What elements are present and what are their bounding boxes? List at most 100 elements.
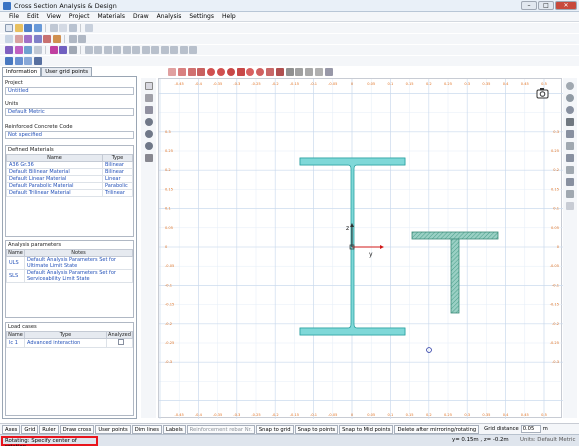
delete-after-mirroring-toggle[interactable]: Delete after mirroring/rotating — [394, 424, 480, 434]
table-row[interactable]: Default Trilinear Material Trilinear — [6, 189, 133, 197]
order-icon[interactable] — [179, 46, 188, 54]
dim-lines-toggle[interactable]: Dim lines — [131, 424, 162, 434]
mirror-icon[interactable] — [5, 46, 13, 54]
save-icon[interactable] — [24, 24, 32, 32]
tendon-icon[interactable] — [265, 68, 274, 76]
arc-icon[interactable] — [226, 68, 235, 76]
table-row[interactable]: A36 Gr.36 Bilinear — [6, 161, 133, 169]
camera-icon[interactable] — [536, 88, 549, 99]
draw-cross-toggle[interactable]: Draw cross — [59, 424, 95, 434]
cut-icon[interactable] — [49, 24, 58, 32]
view-front-icon[interactable] — [566, 82, 574, 90]
ruler-icon[interactable] — [295, 68, 304, 76]
t-section[interactable] — [411, 231, 499, 314]
zoom-extents-icon[interactable] — [324, 68, 333, 76]
user-points-toggle[interactable]: User points — [95, 424, 131, 434]
polyline-icon[interactable] — [24, 35, 32, 43]
measure-icon[interactable] — [68, 35, 77, 43]
select-icon[interactable] — [144, 82, 153, 90]
rebar-icon[interactable] — [246, 68, 255, 76]
results-icon[interactable] — [14, 57, 23, 65]
warning-icon[interactable] — [566, 118, 574, 126]
lc-col-analyzed[interactable]: Analyzed — [106, 331, 133, 339]
save-as-icon[interactable] — [33, 24, 42, 32]
align-top-icon[interactable] — [113, 46, 121, 54]
reinforcement-rebar-toggle[interactable]: Reinforcement rebar Nr. — [186, 424, 255, 434]
lock-icon[interactable] — [189, 46, 197, 54]
circle-ring-icon[interactable] — [216, 68, 225, 76]
rebar-line-icon[interactable] — [256, 68, 265, 76]
drawing-canvas[interactable]: -0.45 -0.45 -0.4 -0.4 -0.35 -0.35 -0.3 -0.3 -0.2… — [158, 78, 563, 419]
circle-icon[interactable] — [207, 68, 216, 76]
align-right-icon[interactable] — [103, 46, 112, 54]
pan-icon[interactable] — [314, 68, 323, 76]
tab-information[interactable]: Information — [2, 67, 42, 76]
move-cross-icon[interactable] — [144, 106, 153, 114]
menu-help[interactable]: Help — [218, 12, 240, 21]
lc-col-type[interactable]: Type — [24, 331, 107, 339]
pan-hand-icon[interactable] — [144, 154, 153, 162]
snap-to-points-toggle[interactable]: Snap to points — [294, 424, 339, 434]
close-button[interactable]: ✕ — [555, 1, 577, 10]
text-icon[interactable] — [275, 68, 284, 76]
menu-file[interactable]: File — [5, 12, 23, 21]
menu-project[interactable]: Project — [65, 12, 94, 21]
layers-icon[interactable] — [566, 130, 574, 138]
align-bottom-icon[interactable] — [132, 46, 140, 54]
pointer-icon[interactable] — [144, 94, 153, 102]
menu-analysis[interactable]: Analysis — [153, 12, 186, 21]
arc-tool-icon[interactable] — [566, 178, 574, 186]
units-value[interactable]: Default Metric — [5, 108, 134, 116]
draw-shape-icon[interactable] — [197, 68, 206, 76]
minimize-button[interactable]: – — [521, 1, 537, 10]
report-icon[interactable] — [24, 57, 32, 65]
snap-to-mid-points-toggle[interactable]: Snap to Mid points — [339, 424, 394, 434]
menu-edit[interactable]: Edit — [23, 12, 43, 21]
explode-icon[interactable] — [68, 46, 77, 54]
rect-icon[interactable] — [177, 68, 186, 76]
table-row[interactable]: lc 1 Advanced interaction — [6, 338, 133, 348]
scale-icon[interactable] — [59, 46, 67, 54]
tab-user-grid-points[interactable]: User grid points — [41, 67, 93, 76]
materials-col-type[interactable]: Type — [102, 154, 133, 162]
hollow-rect-icon[interactable] — [236, 68, 245, 76]
anchor-icon[interactable] — [285, 68, 294, 76]
labels-toggle[interactable]: Labels — [162, 424, 186, 434]
copy-shape-icon[interactable] — [33, 46, 42, 54]
distribute-v-icon[interactable] — [151, 46, 159, 54]
grid-distance-input[interactable]: 0.05 — [520, 425, 541, 433]
ungroup-icon[interactable] — [170, 46, 178, 54]
axes-toggle[interactable]: Axes — [2, 424, 21, 434]
view-rotate-icon[interactable] — [566, 94, 574, 102]
refresh-icon[interactable] — [566, 106, 574, 114]
ruler-tool-icon[interactable] — [566, 190, 574, 198]
materials-col-name[interactable]: Name — [6, 154, 103, 162]
move-icon[interactable] — [24, 46, 32, 54]
zoom-window-icon[interactable] — [144, 142, 153, 150]
menu-materials[interactable]: Materials — [93, 12, 129, 21]
line-icon[interactable] — [14, 35, 23, 43]
new-file-icon[interactable] — [5, 24, 13, 32]
ruler-toggle[interactable]: Ruler — [39, 424, 59, 434]
lc-col-name[interactable]: Name — [6, 331, 25, 339]
table-row[interactable]: Default Linear Material Linear — [6, 175, 133, 183]
menu-view[interactable]: View — [43, 12, 65, 21]
polygon-icon[interactable] — [187, 68, 196, 76]
curve-icon[interactable] — [33, 35, 42, 43]
properties-icon[interactable] — [566, 154, 574, 162]
align-middle-icon[interactable] — [122, 46, 131, 54]
angle-icon[interactable] — [43, 35, 51, 43]
zoom-out-icon[interactable] — [144, 130, 153, 138]
bar-icon[interactable] — [52, 35, 61, 43]
screen-icon[interactable] — [566, 202, 574, 210]
analysis-icon[interactable] — [5, 57, 13, 65]
align-left-icon[interactable] — [84, 46, 93, 54]
group-icon[interactable] — [160, 46, 169, 54]
fill-icon[interactable] — [49, 46, 58, 54]
dimension-icon[interactable] — [78, 35, 86, 43]
rc-code-value[interactable]: Not specified — [5, 131, 134, 139]
table-row[interactable]: SLS Default Analysis Parameters Set for S… — [6, 269, 133, 283]
table-row[interactable]: Default Bilinear Material Bilinear — [6, 168, 133, 176]
diagram-icon[interactable] — [33, 57, 42, 65]
table-row[interactable]: Default Parabolic Material Parabolic — [6, 182, 133, 190]
